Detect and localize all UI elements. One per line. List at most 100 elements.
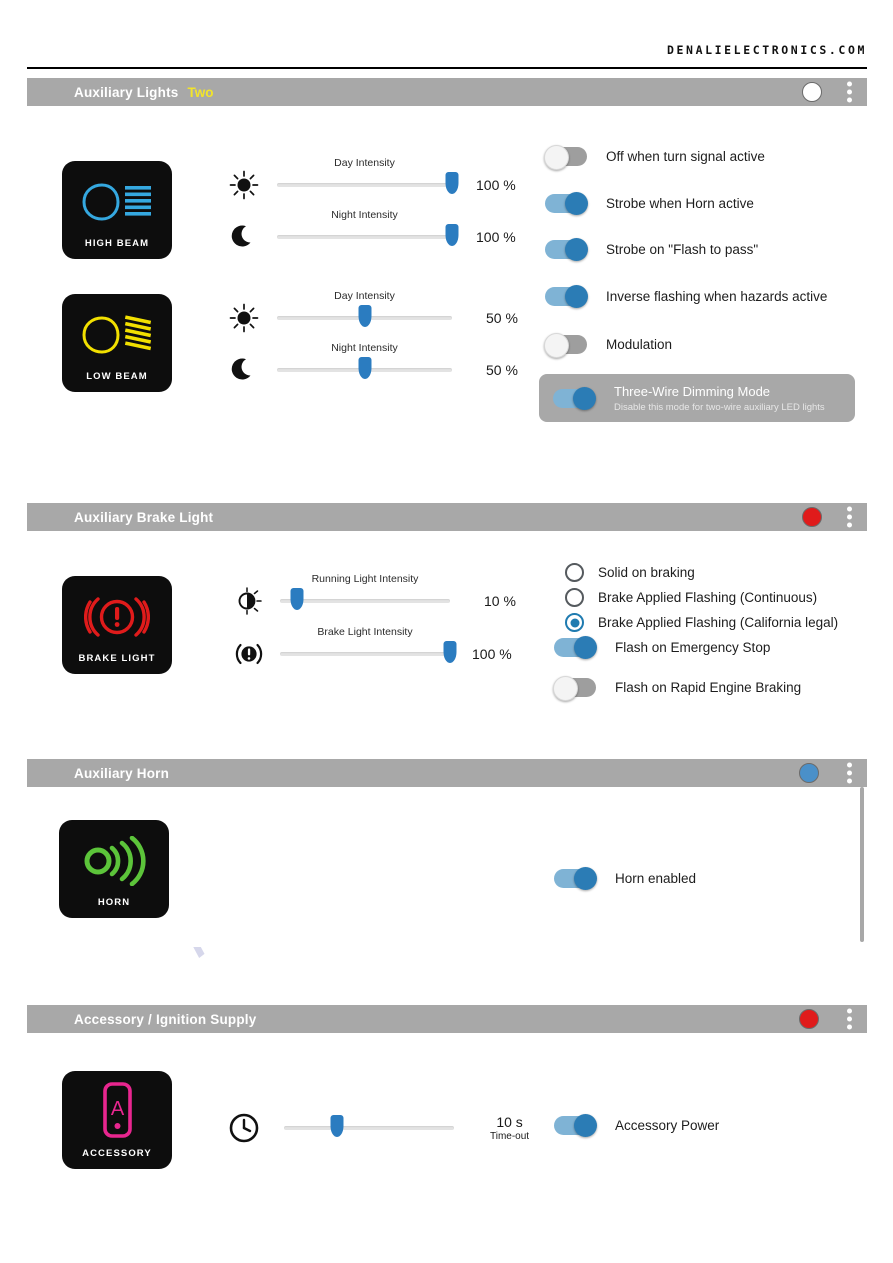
slider-thumb[interactable] <box>358 305 371 327</box>
option-label: Strobe when Horn active <box>606 196 754 211</box>
slider-thumb[interactable] <box>330 1115 344 1137</box>
toggle-switch[interactable] <box>554 867 597 890</box>
toggle-switch[interactable] <box>544 145 587 170</box>
slider-running-light-intensity[interactable]: Running Light Intensity <box>280 573 450 618</box>
slider-track <box>284 1126 454 1130</box>
option-label: Flash on Rapid Engine Braking <box>615 680 802 695</box>
radio-brake-applied-flashing-continuous[interactable]: Brake Applied Flashing (Continuous) <box>565 588 817 607</box>
radio-label: Solid on braking <box>598 565 695 580</box>
slider-row-night-intensity-low: Night Intensity 50 % <box>227 342 518 387</box>
slider-row-day-intensity-low: Day Intensity 50 % <box>227 290 518 335</box>
option-label: Accessory Power <box>615 1118 720 1133</box>
slider-timeout[interactable] <box>284 1111 454 1145</box>
brand-text: DENALIELECTRONICS.COM <box>667 43 867 57</box>
toggle-switch[interactable] <box>545 285 588 308</box>
svg-text:A: A <box>111 1098 125 1120</box>
option-flash-on-emergency-stop[interactable]: Flash on Emergency Stop <box>554 636 771 659</box>
slider-row-running-light-intensity: Running Light Intensity 10 % <box>232 573 516 618</box>
section-body: HIGH BEAM LOW BEAM Day Intensity 100 % N… <box>27 106 867 506</box>
option-inverse-flashing-hazards[interactable]: Inverse flashing when hazards active <box>545 285 828 308</box>
radio-button[interactable] <box>565 613 584 632</box>
device-tile-label: BRAKE LIGHT <box>78 653 156 664</box>
toggle-switch[interactable] <box>554 636 597 659</box>
radio-label: Brake Applied Flashing (California legal… <box>598 615 839 630</box>
toggle-switch[interactable] <box>554 1114 597 1137</box>
option-off-when-turn-signal[interactable]: Off when turn signal active <box>544 145 765 170</box>
device-tile-label: ACCESSORY <box>82 1148 152 1159</box>
option-text-block: Three-Wire Dimming Mode Disable this mod… <box>614 383 825 413</box>
device-tile-label: LOW BEAM <box>86 371 148 382</box>
high-beam-icon <box>80 182 154 227</box>
option-three-wire-dimming-mode[interactable]: Three-Wire Dimming Mode Disable this mod… <box>539 374 855 422</box>
option-label: Inverse flashing when hazards active <box>606 289 828 304</box>
slider-value-block: 10 s Time-out <box>490 1114 529 1142</box>
slider-day-intensity-low[interactable]: Day Intensity <box>277 290 452 335</box>
device-tile-horn[interactable]: HORN <box>59 820 169 918</box>
overflow-menu-icon[interactable] <box>847 506 852 528</box>
section-auxiliary-brake-light: Auxiliary Brake Light BRAKE LIGHT Runnin… <box>27 503 867 761</box>
slider-thumb[interactable] <box>445 172 459 194</box>
option-label: Strobe on "Flash to pass" <box>606 242 759 257</box>
radio-button[interactable] <box>565 588 584 607</box>
radio-solid-on-braking[interactable]: Solid on braking <box>565 563 695 582</box>
option-label: Three-Wire Dimming Mode <box>614 384 771 399</box>
section-header: Auxiliary Brake Light <box>27 503 867 531</box>
status-indicator-red[interactable] <box>802 507 822 527</box>
slider-value: 10 s <box>496 1114 523 1130</box>
section-title: Accessory / Ignition Supply <box>74 1011 257 1027</box>
section-header: Accessory / Ignition Supply <box>27 1005 867 1033</box>
section-title: Auxiliary Brake Light <box>74 509 214 525</box>
status-indicator-white[interactable] <box>802 82 822 102</box>
option-accessory-power[interactable]: Accessory Power <box>554 1114 720 1137</box>
running-light-icon <box>232 584 266 618</box>
toggle-switch[interactable] <box>553 386 596 410</box>
slider-caption: Night Intensity <box>331 342 398 354</box>
radio-label: Brake Applied Flashing (Continuous) <box>598 590 818 605</box>
section-header: Auxiliary Horn <box>27 759 867 787</box>
status-indicator-blue[interactable] <box>799 763 819 783</box>
slider-thumb[interactable] <box>443 641 457 663</box>
radio-brake-applied-flashing-california[interactable]: Brake Applied Flashing (California legal… <box>565 613 838 632</box>
option-modulation[interactable]: Modulation <box>544 333 673 358</box>
option-label: Flash on Emergency Stop <box>615 640 771 655</box>
device-tile-accessory[interactable]: A ACCESSORY <box>62 1071 172 1169</box>
toggle-switch[interactable] <box>553 676 596 701</box>
device-tile-brake-light[interactable]: BRAKE LIGHT <box>62 576 172 674</box>
horn-icon <box>81 835 147 891</box>
radio-button[interactable] <box>565 563 584 582</box>
slider-track <box>277 183 452 187</box>
option-horn-enabled[interactable]: Horn enabled <box>554 867 696 890</box>
toggle-switch[interactable] <box>545 192 588 215</box>
slider-row-timeout: 10 s Time-out <box>227 1111 529 1145</box>
option-strobe-when-horn[interactable]: Strobe when Horn active <box>545 192 754 215</box>
slider-caption: Day Intensity <box>334 290 395 302</box>
slider-value: 100 % <box>476 177 516 193</box>
slider-thumb[interactable] <box>445 224 459 246</box>
toggle-switch[interactable] <box>545 238 588 261</box>
option-flash-on-rapid-engine-braking[interactable]: Flash on Rapid Engine Braking <box>553 676 802 701</box>
overflow-menu-icon[interactable] <box>847 81 852 103</box>
moon-icon <box>227 353 261 387</box>
vertical-scrollbar[interactable] <box>860 787 864 942</box>
slider-brake-light-intensity[interactable]: Brake Light Intensity <box>280 626 457 671</box>
slider-track <box>280 652 450 656</box>
option-label: Modulation <box>606 337 673 352</box>
section-subtitle: Two <box>187 84 214 100</box>
slider-value: 100 % <box>472 646 512 662</box>
slider-thumb[interactable] <box>290 588 304 610</box>
sun-icon <box>227 168 261 202</box>
slider-thumb[interactable] <box>358 357 371 379</box>
section-title: Auxiliary Lights <box>74 84 179 100</box>
toggle-switch[interactable] <box>544 333 587 358</box>
overflow-menu-icon[interactable] <box>847 1008 852 1030</box>
slider-day-intensity-high[interactable]: Day Intensity <box>277 157 459 202</box>
device-tile-high-beam[interactable]: HIGH BEAM <box>62 161 172 259</box>
slider-value: 50 % <box>486 362 518 378</box>
slider-night-intensity-low[interactable]: Night Intensity <box>277 342 452 387</box>
option-strobe-flash-to-pass[interactable]: Strobe on "Flash to pass" <box>545 238 759 261</box>
overflow-menu-icon[interactable] <box>847 762 852 784</box>
slider-night-intensity-high[interactable]: Night Intensity <box>277 209 459 254</box>
option-sublabel: Disable this mode for two-wire auxiliary… <box>614 402 825 413</box>
status-indicator-red[interactable] <box>799 1009 819 1029</box>
device-tile-low-beam[interactable]: LOW BEAM <box>62 294 172 392</box>
